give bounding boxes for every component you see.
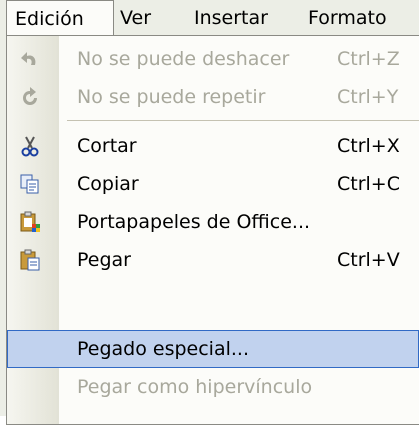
menu-item-cut-shortcut: Ctrl+X xyxy=(337,135,400,157)
menu-item-cut-label: Cortar xyxy=(77,135,137,157)
edit-dropdown-menu: No se puede deshacer Ctrl+Z No se puede … xyxy=(6,35,419,425)
menu-edicion-label: Edición xyxy=(15,8,84,30)
menu-insertar-label: Insertar xyxy=(194,7,268,29)
undo-icon xyxy=(19,48,41,70)
menu-formato[interactable]: Formato xyxy=(300,0,395,36)
menu-insertar[interactable]: Insertar xyxy=(186,0,276,36)
menu-ver[interactable]: Ver xyxy=(112,0,159,36)
menu-separator xyxy=(67,120,419,121)
scissors-icon xyxy=(19,135,41,157)
menu-item-office-clipboard-label: Portapapeles de Office... xyxy=(77,211,311,233)
menu-item-undo: No se puede deshacer Ctrl+Z xyxy=(7,40,419,78)
menu-item-redo-shortcut: Ctrl+Y xyxy=(337,86,399,108)
menu-item-copy[interactable]: Copiar Ctrl+C xyxy=(7,165,419,203)
redo-icon xyxy=(19,86,41,108)
menu-item-office-clipboard[interactable]: Portapapeles de Office... xyxy=(7,203,419,241)
menu-item-copy-label: Copiar xyxy=(77,173,139,195)
menu-item-paste-hyperlink-label: Pegar como hipervínculo xyxy=(77,376,313,398)
office-clipboard-icon xyxy=(19,211,41,233)
menu-item-paste-special[interactable]: Pegado especial... xyxy=(7,330,419,368)
menu-item-redo: No se puede repetir Ctrl+Y xyxy=(7,78,419,116)
menu-item-paste-shortcut: Ctrl+V xyxy=(337,249,400,271)
menu-item-copy-shortcut: Ctrl+C xyxy=(337,173,400,195)
menu-item-undo-shortcut: Ctrl+Z xyxy=(337,48,400,70)
menu-ver-label: Ver xyxy=(120,7,152,29)
menu-item-paste-special-label: Pegado especial... xyxy=(77,338,250,360)
paste-icon xyxy=(19,249,41,271)
menu-item-paste[interactable]: Pegar Ctrl+V xyxy=(7,241,419,279)
menu-bar: Edición Ver Insertar Formato xyxy=(0,0,419,36)
menu-item-paste-label: Pegar xyxy=(77,249,131,271)
menu-top-edge xyxy=(114,35,419,36)
copy-icon xyxy=(19,173,41,195)
menu-edicion[interactable]: Edición xyxy=(6,0,114,36)
menu-item-redo-label: No se puede repetir xyxy=(77,86,266,108)
menu-item-undo-label: No se puede deshacer xyxy=(77,48,290,70)
menu-item-paste-hyperlink: Pegar como hipervínculo xyxy=(7,368,419,406)
menu-item-cut[interactable]: Cortar Ctrl+X xyxy=(7,127,419,165)
menu-formato-label: Formato xyxy=(308,7,387,29)
